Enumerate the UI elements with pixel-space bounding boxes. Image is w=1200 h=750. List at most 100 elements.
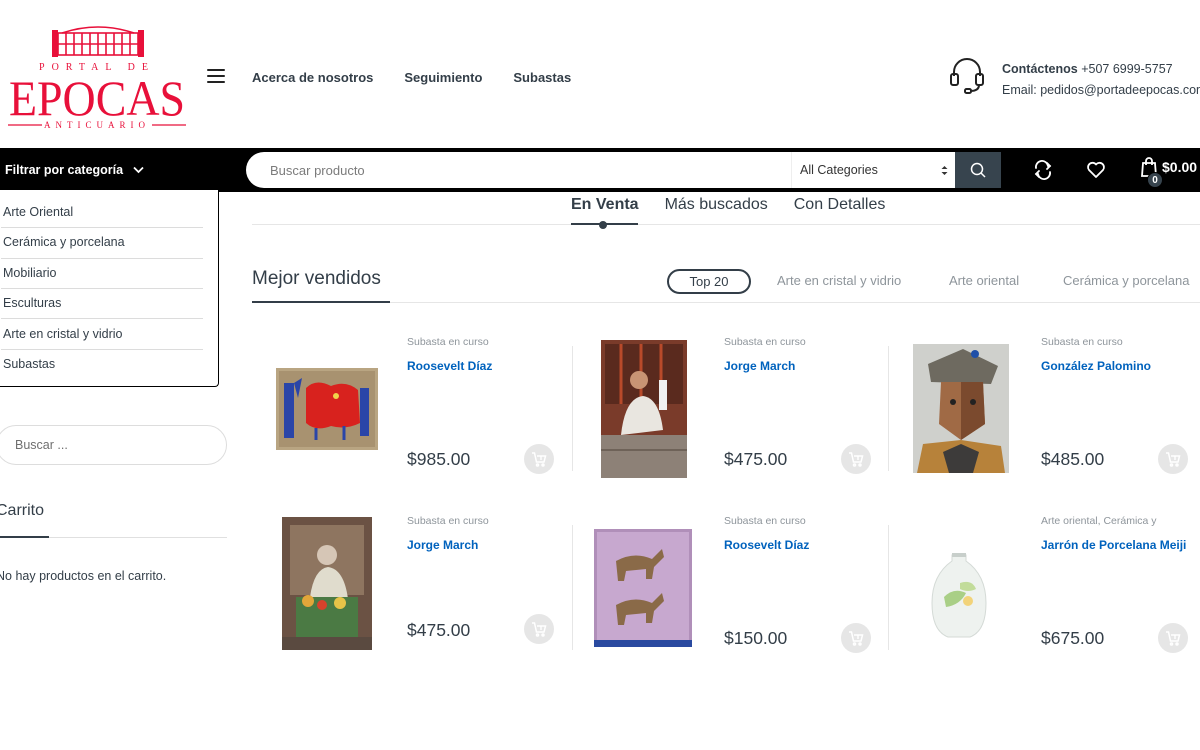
add-to-cart-button[interactable] — [1158, 444, 1188, 474]
add-to-cart-icon — [532, 452, 547, 467]
cart-total: $0.00 — [1162, 159, 1198, 175]
category-item-mobiliario[interactable]: Mobiliario — [3, 266, 203, 280]
nav-subastas[interactable]: Subastas — [513, 70, 571, 85]
add-to-cart-button[interactable] — [524, 444, 554, 474]
category-item-arte-oriental[interactable]: Arte Oriental — [3, 205, 203, 219]
product-image[interactable] — [913, 344, 1009, 473]
top-navigation: Acerca de nosotros Seguimiento Subastas — [252, 70, 571, 85]
product-image[interactable] — [276, 368, 378, 450]
filter-arte-cristal-vidrio[interactable]: Arte en cristal y vidrio — [777, 273, 901, 288]
product-search-form: All Categories — [246, 152, 1001, 188]
tab-en-venta[interactable]: En Venta — [571, 196, 639, 214]
header-cart-button[interactable]: $0.00 0 — [1140, 156, 1198, 188]
product-price: $475.00 — [407, 620, 471, 640]
product-card[interactable]: Subasta en curso Jorge March $475.00 — [252, 515, 569, 665]
product-name[interactable]: Jorge March — [724, 358, 884, 374]
section-title: Mejor vendidos — [252, 268, 381, 289]
product-tabs: En Venta Más buscados Con Detalles — [571, 196, 885, 214]
category-divider — [1, 288, 203, 289]
product-category[interactable]: Arte oriental, Cerámica y — [1041, 515, 1157, 527]
nav-acerca-de-nosotros[interactable]: Acerca de nosotros — [252, 70, 373, 85]
product-card[interactable]: Subasta en curso Roosevelt Díaz $985.00 — [252, 336, 569, 486]
compare-icon[interactable] — [1032, 159, 1054, 181]
filter-top-20[interactable]: Top 20 — [667, 269, 751, 294]
add-to-cart-icon — [1166, 452, 1181, 467]
wishlist-heart-icon[interactable] — [1085, 159, 1107, 181]
tabs-divider — [252, 224, 1200, 225]
section-divider — [252, 302, 1200, 303]
search-icon — [970, 162, 986, 178]
category-divider — [1, 227, 203, 228]
category-item-cristal-vidrio[interactable]: Arte en cristal y vidrio — [3, 327, 203, 341]
svg-text:ANTICUARIO: ANTICUARIO — [44, 120, 150, 130]
category-divider — [1, 258, 203, 259]
add-to-cart-button[interactable] — [524, 614, 554, 644]
category-item-ceramica[interactable]: Cerámica y porcelana — [3, 235, 203, 249]
product-price: $150.00 — [724, 628, 788, 648]
product-name[interactable]: González Palomino — [1041, 358, 1200, 374]
add-to-cart-button[interactable] — [841, 444, 871, 474]
title-underline — [0, 536, 49, 538]
add-to-cart-button[interactable] — [841, 623, 871, 653]
cart-count-badge: 0 — [1147, 172, 1163, 188]
add-to-cart-button[interactable] — [1158, 623, 1188, 653]
product-category[interactable]: Subasta en curso — [407, 515, 489, 527]
nav-seguimiento[interactable]: Seguimiento — [404, 70, 482, 85]
svg-text:EPOCAS: EPOCAS — [9, 70, 185, 126]
sidebar-cart-title: Carrito — [0, 502, 45, 519]
add-to-cart-icon — [849, 452, 864, 467]
sidebar-cart-empty-text: No hay productos en el carrito. — [0, 569, 167, 583]
portal-de-epocas-logo[interactable]: PORTAL DE EPOCAS ANTICUARIO — [4, 24, 190, 132]
product-image[interactable] — [930, 553, 988, 639]
category-dropdown-menu: Arte Oriental Cerámica y porcelana Mobil… — [0, 190, 219, 387]
tab-mas-buscados[interactable]: Más buscados — [665, 196, 768, 214]
contact-label: Contáctenos — [1002, 62, 1078, 76]
filter-arte-oriental[interactable]: Arte oriental — [949, 273, 1019, 288]
product-category[interactable]: Subasta en curso — [724, 336, 806, 348]
filter-label: Filtrar por categoría — [5, 163, 124, 177]
product-image[interactable] — [601, 340, 687, 478]
add-to-cart-icon — [1166, 631, 1181, 646]
product-name[interactable]: Roosevelt Díaz — [724, 537, 884, 553]
product-name[interactable]: Jorge March — [407, 537, 567, 553]
filter-ceramica-porcelana[interactable]: Cerámica y porcelana — [1063, 273, 1189, 288]
product-category[interactable]: Subasta en curso — [724, 515, 806, 527]
contact-email[interactable]: Email: pedidos@portadeepocas.com — [1002, 80, 1200, 101]
product-card[interactable]: Subasta en curso González Palomino $485.… — [886, 336, 1200, 486]
product-name[interactable]: Jarrón de Porcelana Meiji — [1041, 537, 1200, 553]
category-item-esculturas[interactable]: Esculturas — [3, 296, 203, 310]
tab-con-detalles[interactable]: Con Detalles — [794, 196, 886, 214]
select-arrows-icon — [941, 165, 948, 175]
category-select-value: All Categories — [800, 163, 878, 177]
product-search-input[interactable] — [270, 152, 790, 188]
category-divider — [1, 349, 203, 350]
category-select[interactable]: All Categories — [791, 152, 956, 188]
product-price: $675.00 — [1041, 628, 1105, 648]
product-card[interactable]: Arte oriental, Cerámica y Jarrón de Porc… — [886, 515, 1200, 665]
add-to-cart-icon — [849, 631, 864, 646]
filter-by-category-button[interactable]: Filtrar por categoría — [5, 148, 144, 192]
sidebar-search-input[interactable] — [15, 426, 215, 464]
category-item-subastas[interactable]: Subastas — [3, 357, 203, 371]
product-price: $475.00 — [724, 449, 788, 469]
search-submit-button[interactable] — [955, 152, 1001, 188]
active-tab-dot — [599, 221, 607, 229]
product-card[interactable]: Subasta en curso Jorge March $475.00 — [569, 336, 886, 486]
contact-info: Contáctenos +507 6999-5757 Email: pedido… — [1002, 59, 1200, 101]
product-category[interactable]: Subasta en curso — [1041, 336, 1123, 348]
section-title-underline — [252, 301, 390, 303]
product-price: $485.00 — [1041, 449, 1105, 469]
add-to-cart-icon — [532, 622, 547, 637]
product-image[interactable] — [282, 517, 372, 650]
contact-phone[interactable]: +507 6999-5757 — [1081, 62, 1172, 76]
search-toolbar: Filtrar por categoría All Categories $0.… — [0, 148, 1200, 192]
site-header: PORTAL DE EPOCAS ANTICUARIO Acerca de no… — [0, 0, 1200, 148]
chevron-down-icon — [133, 166, 144, 174]
product-category[interactable]: Subasta en curso — [407, 336, 489, 348]
product-image[interactable] — [594, 529, 692, 647]
product-name[interactable]: Roosevelt Díaz — [407, 358, 567, 374]
sidebar-search — [0, 425, 227, 465]
product-card[interactable]: Subasta en curso Roosevelt Díaz $150.00 — [569, 515, 886, 665]
headset-icon — [950, 58, 984, 94]
menu-hamburger-icon[interactable] — [207, 69, 225, 85]
